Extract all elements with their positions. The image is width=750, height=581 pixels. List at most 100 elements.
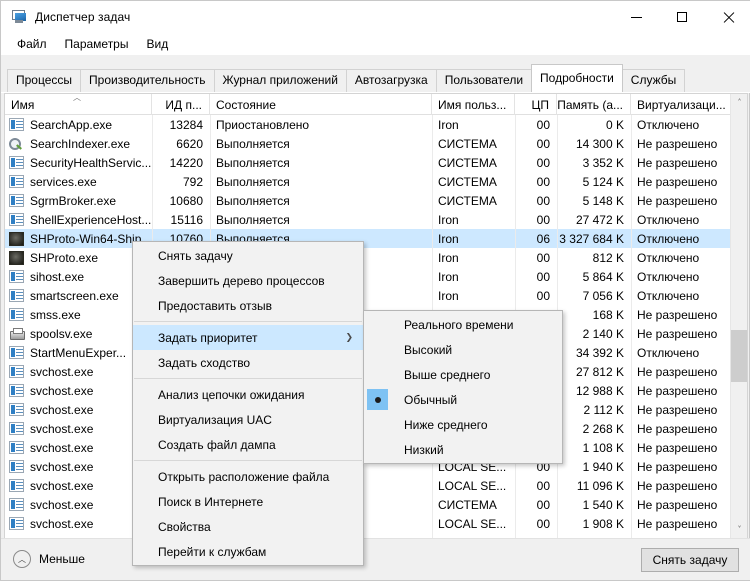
context-menu-item[interactable]: Открыть расположение файла — [133, 464, 363, 489]
cell-cpu: 06 — [536, 231, 550, 246]
context-menu-item[interactable]: Анализ цепочки ожидания — [133, 382, 363, 407]
context-menu-label: Создать файл дампа — [158, 437, 276, 452]
process-name: SgrmBroker.exe — [30, 193, 117, 208]
context-menu-item[interactable]: Снять задачу — [133, 243, 363, 268]
context-menu-item[interactable]: Задать приоритет ❯ — [133, 325, 363, 350]
process-name: svchost.exe — [30, 440, 94, 455]
cell-virtualization: Не разрешено — [637, 383, 718, 398]
table-row[interactable]: SearchApp.exe 13284 Приостановлено Iron 00 0 … — [5, 115, 732, 134]
cell-cpu: 00 — [536, 269, 550, 284]
minimize-button[interactable] — [613, 1, 659, 33]
tab-6[interactable]: Службы — [621, 69, 686, 92]
priority-option[interactable]: Обычный — [364, 387, 562, 412]
table-row[interactable]: svchost.exe СИСТЕМА 00 1 540 K Не разрешено — [5, 495, 732, 514]
app-icon — [9, 193, 25, 209]
tab-0[interactable]: Процессы — [7, 69, 82, 92]
cell-cpu: 00 — [536, 478, 550, 493]
app-icon — [9, 440, 25, 456]
end-task-button[interactable]: Снять задачу — [641, 548, 739, 572]
menu-view[interactable]: Вид — [137, 35, 177, 53]
cell-virtualization: Отключено — [637, 212, 700, 227]
table-row[interactable]: SearchIndexer.exe 6620 Выполняется СИСТЕМА 0… — [5, 134, 732, 153]
table-row[interactable]: svchost.exe LOCAL SE... 00 11 096 K Не разре… — [5, 476, 732, 495]
scroll-up-button[interactable]: ˄ — [731, 94, 747, 111]
tab-1[interactable]: Производительность — [80, 69, 215, 92]
menu-options[interactable]: Параметры — [56, 35, 138, 53]
process-name: svchost.exe — [30, 516, 94, 531]
close-icon — [723, 12, 734, 23]
column-header-memory[interactable]: Память (а... — [557, 94, 631, 115]
priority-option[interactable]: Низкий — [364, 437, 562, 462]
context-menu-item[interactable]: Предоставить отзыв — [133, 293, 363, 318]
cell-memory: 168 K — [592, 307, 624, 322]
cell-user: СИСТЕМА — [438, 174, 497, 189]
process-name: svchost.exe — [30, 497, 94, 512]
table-row[interactable]: svchost.exe LOCAL SE... 00 1 908 K Не разреш… — [5, 514, 732, 533]
context-menu-item[interactable]: Поиск в Интернете — [133, 489, 363, 514]
cell-status: Приостановлено — [216, 117, 310, 132]
tab-3[interactable]: Автозагрузка — [345, 69, 437, 92]
table-row[interactable]: services.exe 792 Выполняется СИСТЕМА 00 5 124… — [5, 172, 732, 191]
menu-file[interactable]: Файл — [8, 35, 56, 53]
maximize-button[interactable] — [659, 1, 705, 33]
table-row[interactable]: SHProto-Win64-Ship... 10760 Выполняется Iro… — [5, 229, 732, 248]
cell-memory: 1 908 K — [582, 516, 624, 531]
radio-selected-icon — [367, 389, 388, 410]
chevron-up-circle-icon: ︿ — [13, 550, 31, 568]
cell-virtualization: Не разрешено — [637, 402, 718, 417]
table-row[interactable]: sihost.exe Iron 00 5 864 K Отключено — [5, 267, 732, 286]
tab-2[interactable]: Журнал приложений — [213, 69, 347, 92]
game-icon — [9, 250, 25, 266]
column-header-name[interactable]: Имя — [5, 94, 152, 115]
cell-virtualization: Не разрешено — [637, 174, 718, 189]
table-row[interactable]: SecurityHealthServic... 14220 Выполняется С… — [5, 153, 732, 172]
table-row[interactable]: smartscreen.exe Iron 00 7 056 K Отключено — [5, 286, 732, 305]
column-header-virtualization[interactable]: Виртуализаци... — [631, 94, 732, 115]
cell-virtualization: Не разрешено — [637, 440, 718, 455]
close-button[interactable] — [705, 1, 750, 33]
tab-4[interactable]: Пользователи — [435, 69, 533, 92]
column-header-pid[interactable]: ИД п... — [152, 94, 210, 115]
cell-cpu: 00 — [536, 193, 550, 208]
cell-memory: 3 327 684 K — [559, 231, 624, 246]
cell-user: СИСТЕМА — [438, 155, 497, 170]
scroll-down-button[interactable]: ˅ — [731, 521, 747, 538]
context-menu-item[interactable]: Перейти к службам — [133, 539, 363, 564]
cell-cpu: 00 — [536, 174, 550, 189]
search-icon — [9, 136, 25, 152]
context-menu-label: Перейти к службам — [158, 544, 267, 559]
context-menu-item[interactable]: Виртуализация UAC — [133, 407, 363, 432]
process-name: svchost.exe — [30, 383, 94, 398]
priority-option-label: Реального времени — [404, 317, 514, 332]
tab-strip: Процессы Производительность Журнал приложе… — [1, 55, 750, 93]
cell-memory: 2 140 K — [582, 326, 624, 341]
table-row[interactable]: SgrmBroker.exe 10680 Выполняется СИСТЕМА 00 5… — [5, 191, 732, 210]
column-header-cpu[interactable]: ЦП — [515, 94, 557, 115]
cell-virtualization: Отключено — [637, 250, 700, 265]
process-name: svchost.exe — [30, 421, 94, 436]
vertical-scrollbar[interactable]: ˄ ˅ — [730, 94, 747, 538]
column-header-status[interactable]: Состояние — [210, 94, 432, 115]
scrollbar-thumb[interactable] — [731, 330, 747, 382]
priority-option[interactable]: Выше среднего — [364, 362, 562, 387]
context-menu-item[interactable]: Задать сходство — [133, 350, 363, 375]
title-bar: Диспетчер задач — [1, 1, 750, 33]
table-row[interactable]: SHProto.exe Iron 00 812 K Отключено — [5, 248, 732, 267]
process-name: sihost.exe — [30, 269, 85, 284]
priority-option[interactable]: Реального времени — [364, 312, 562, 337]
tab-5[interactable]: Подробности — [531, 64, 623, 92]
cell-cpu: 00 — [536, 212, 550, 227]
fewer-details-button[interactable]: ︿ Меньше — [13, 550, 85, 568]
cell-virtualization: Отключено — [637, 231, 700, 246]
footer-bar: ︿ Меньше Снять задачу — [1, 538, 750, 580]
context-menu-item[interactable]: Завершить дерево процессов — [133, 268, 363, 293]
column-header-user[interactable]: Имя польз... — [432, 94, 515, 115]
context-menu-label: Поиск в Интернете — [158, 494, 264, 509]
menu-separator — [134, 378, 362, 379]
table-row[interactable]: ShellExperienceHost.... 15116 Выполняется I… — [5, 210, 732, 229]
priority-option[interactable]: Ниже среднего — [364, 412, 562, 437]
priority-option[interactable]: Высокий — [364, 337, 562, 362]
context-menu-item[interactable]: Свойства — [133, 514, 363, 539]
process-name: spoolsv.exe — [30, 326, 93, 341]
context-menu-item[interactable]: Создать файл дампа — [133, 432, 363, 457]
